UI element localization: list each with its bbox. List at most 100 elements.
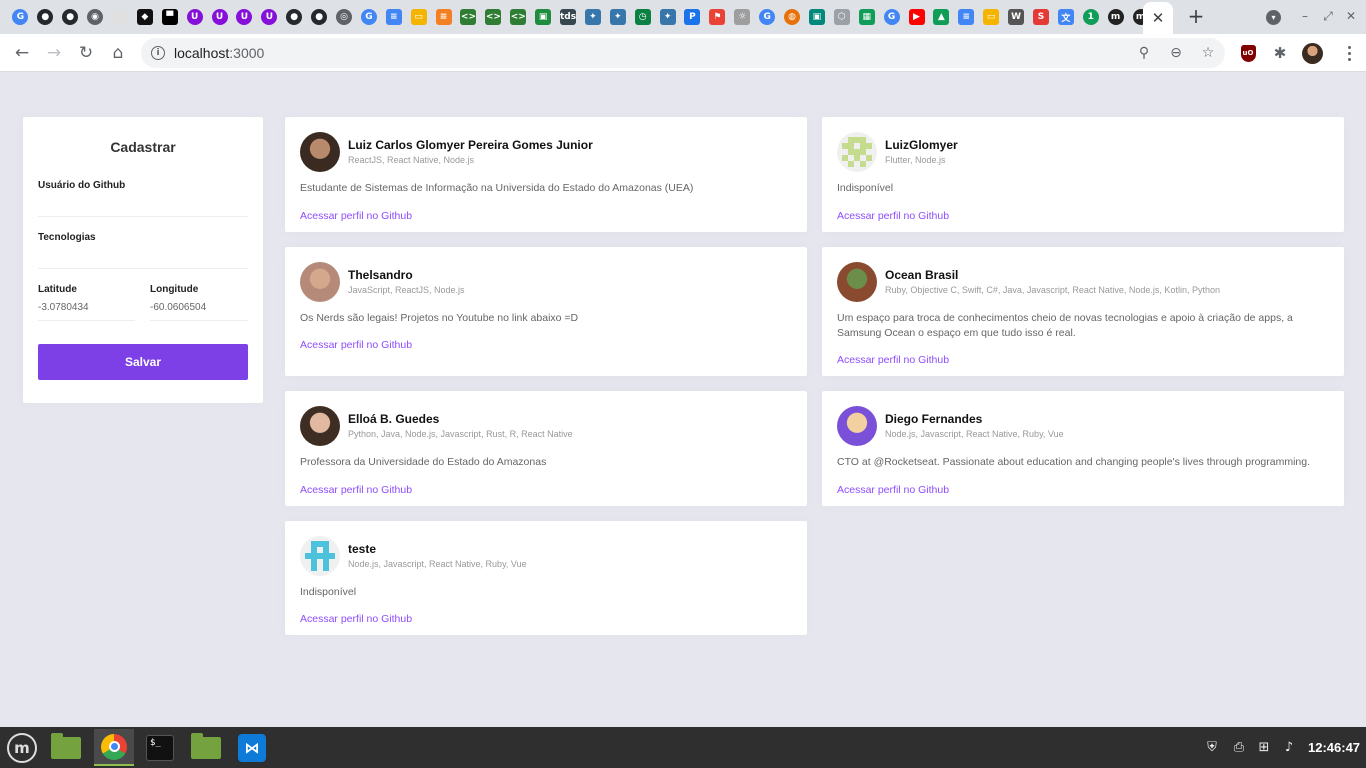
browser-tab[interactable]: ⬡ bbox=[829, 4, 854, 30]
browser-tab[interactable]: G bbox=[755, 4, 780, 30]
browser-tab[interactable]: ◉ bbox=[83, 4, 108, 30]
browser-tab[interactable]: ▦ bbox=[854, 4, 879, 30]
zoom-icon[interactable]: ⊖ bbox=[1166, 43, 1186, 63]
browser-tab[interactable]: ⚑ bbox=[705, 4, 730, 30]
vscode-icon[interactable]: ⋈ bbox=[232, 729, 272, 766]
browser-tab[interactable]: ◷ bbox=[630, 4, 655, 30]
volume-icon[interactable]: ♪ bbox=[1280, 738, 1298, 756]
google-docs-icon: ≡ bbox=[385, 9, 402, 25]
bookmark-star-icon[interactable]: ☆ bbox=[1198, 43, 1218, 63]
browser-tab[interactable]: ◆ bbox=[132, 4, 157, 30]
ublock-origin-icon[interactable]: uO bbox=[1237, 42, 1259, 64]
browser-tab[interactable]: G bbox=[356, 4, 381, 30]
github-user-input[interactable] bbox=[38, 191, 248, 217]
github-profile-link[interactable]: Acessar perfil no Github bbox=[837, 210, 949, 222]
browser-tab[interactable]: 文 bbox=[1053, 4, 1078, 30]
browser-tab[interactable]: ▲ bbox=[929, 4, 954, 30]
github-icon: ● bbox=[37, 9, 54, 25]
browser-tab[interactable]: ▶ bbox=[904, 4, 929, 30]
browser-tab[interactable]: <> bbox=[456, 4, 481, 30]
forward-icon[interactable]: → bbox=[42, 41, 66, 65]
techs-input[interactable] bbox=[38, 243, 248, 269]
dev-techs: Flutter, Node.js bbox=[885, 155, 946, 165]
browser-tab[interactable]: ▣ bbox=[531, 4, 556, 30]
github-profile-link[interactable]: Acessar perfil no Github bbox=[837, 484, 949, 496]
browser-tab[interactable]: tds bbox=[556, 4, 581, 30]
close-window-button[interactable]: ✕ bbox=[1342, 6, 1360, 26]
browser-tab[interactable]: U bbox=[232, 4, 257, 30]
maximize-button[interactable]: ⤢ bbox=[1319, 6, 1337, 26]
back-icon[interactable]: ← bbox=[10, 41, 34, 65]
extensions-puzzle-icon[interactable]: ✱ bbox=[1269, 42, 1291, 64]
browser-tab[interactable]: ▭ bbox=[406, 4, 431, 30]
browser-tab[interactable]: ● bbox=[282, 4, 307, 30]
browser-tab[interactable]: ☼ bbox=[730, 4, 755, 30]
browser-tab[interactable]: S bbox=[1029, 4, 1054, 30]
new-tab-button[interactable]: + bbox=[1185, 3, 1207, 29]
browser-tab[interactable]: W bbox=[1004, 4, 1029, 30]
browser-tab[interactable]: m bbox=[1103, 4, 1128, 30]
github-profile-link[interactable]: Acessar perfil no Github bbox=[300, 210, 412, 222]
address-bar[interactable]: i localhost:3000 ⚲ ⊖ ☆ bbox=[141, 38, 1225, 68]
url-text[interactable]: localhost:3000 bbox=[174, 45, 264, 61]
browser-tab[interactable]: ◎ bbox=[332, 4, 357, 30]
browser-tab[interactable]: ≡ bbox=[381, 4, 406, 30]
browser-tab[interactable]: ● bbox=[58, 4, 83, 30]
save-button[interactable]: Salvar bbox=[38, 344, 248, 380]
terminal-icon[interactable]: $_ bbox=[140, 729, 180, 766]
browser-tab[interactable]: <> bbox=[481, 4, 506, 30]
github-profile-link[interactable]: Acessar perfil no Github bbox=[837, 354, 949, 366]
github-icon: ● bbox=[286, 9, 303, 25]
minimize-button[interactable]: – bbox=[1296, 6, 1314, 26]
github-profile-link[interactable]: Acessar perfil no Github bbox=[300, 613, 412, 625]
browser-tab[interactable]: <> bbox=[506, 4, 531, 30]
dev-avatar bbox=[837, 262, 877, 302]
network-icon[interactable]: ⊞ bbox=[1255, 738, 1273, 756]
python-icon: ✦ bbox=[609, 9, 626, 25]
dev-name: teste bbox=[348, 542, 377, 556]
profile-avatar[interactable] bbox=[1301, 42, 1323, 64]
browser-tab[interactable]: U bbox=[257, 4, 282, 30]
browser-tab[interactable]: ● bbox=[307, 4, 332, 30]
browser-tab[interactable] bbox=[108, 4, 133, 30]
browser-tab[interactable]: G bbox=[879, 4, 904, 30]
browser-tab[interactable]: ✦ bbox=[655, 4, 680, 30]
github-profile-link[interactable]: Acessar perfil no Github bbox=[300, 339, 412, 351]
browser-tab[interactable]: P bbox=[680, 4, 705, 30]
browser-tab[interactable]: ▭ bbox=[979, 4, 1004, 30]
location-pin-icon[interactable]: ⚲ bbox=[1134, 43, 1154, 63]
browser-tab[interactable]: 1 bbox=[1078, 4, 1103, 30]
browser-tab[interactable]: ✦ bbox=[580, 4, 605, 30]
clock[interactable]: 12:46:47 bbox=[1308, 740, 1360, 755]
register-form-card: Cadastrar Usuário do Github Tecnologias … bbox=[23, 117, 263, 403]
browser-tab[interactable]: ≡ bbox=[954, 4, 979, 30]
browser-tab[interactable]: ▀ bbox=[157, 4, 182, 30]
dev-card: Thelsandro JavaScript, ReactJS, Node.js Os… bbox=[285, 247, 807, 376]
browser-tab[interactable]: ▣ bbox=[805, 4, 830, 30]
mint-menu-icon[interactable]: m bbox=[2, 729, 42, 766]
longitude-input[interactable] bbox=[150, 295, 248, 321]
browser-tab[interactable]: G bbox=[8, 4, 33, 30]
udemy-icon: U bbox=[211, 9, 228, 25]
browser-tab[interactable]: ✦ bbox=[605, 4, 630, 30]
browser-tab[interactable]: U bbox=[182, 4, 207, 30]
close-tab-icon[interactable]: ✕ bbox=[1152, 9, 1165, 27]
printer-icon[interactable]: ⎙ bbox=[1230, 738, 1248, 756]
browser-tab[interactable]: ≡ bbox=[431, 4, 456, 30]
browser-tab[interactable]: ● bbox=[33, 4, 58, 30]
techs-label: Tecnologias bbox=[38, 232, 96, 243]
tab-search-icon[interactable]: ▾ bbox=[1266, 10, 1281, 25]
latitude-input[interactable] bbox=[38, 295, 135, 321]
site-info-icon[interactable]: i bbox=[151, 46, 165, 60]
github-profile-link[interactable]: Acessar perfil no Github bbox=[300, 484, 412, 496]
browser-tab[interactable]: ◍ bbox=[780, 4, 805, 30]
active-tab[interactable]: ✕ bbox=[1143, 2, 1173, 34]
files-icon[interactable] bbox=[186, 729, 226, 766]
browser-menu-icon[interactable] bbox=[1342, 42, 1356, 64]
chrome-taskbar-icon[interactable] bbox=[94, 729, 134, 766]
shield-tray-icon[interactable]: ⛨ bbox=[1203, 738, 1221, 756]
browser-tab[interactable]: U bbox=[207, 4, 232, 30]
home-icon[interactable]: ⌂ bbox=[106, 41, 130, 65]
file-manager-icon[interactable] bbox=[46, 729, 86, 766]
reload-icon[interactable]: ↻ bbox=[74, 41, 98, 65]
